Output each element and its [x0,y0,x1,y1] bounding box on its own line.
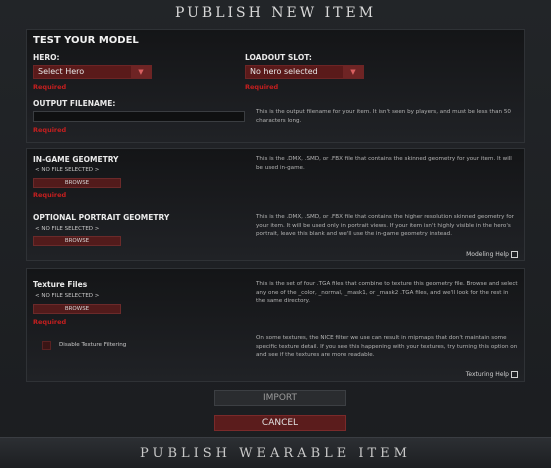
portrait-geometry-browse-button[interactable]: BROWSE [33,236,121,246]
modeling-help-label: Modeling Help [466,251,509,258]
ingame-geometry-browse-button[interactable]: BROWSE [33,178,121,188]
external-link-icon [511,251,518,258]
output-filename-description: This is the output filename for your ite… [256,109,511,124]
hero-required: Required [33,83,67,91]
portrait-geometry-description: This is the .DMX, .SMD, or .FBX file tha… [256,214,514,237]
loadout-select[interactable]: No hero selected ▼ [245,65,364,79]
texture-browse-button[interactable]: BROWSE [33,304,121,314]
output-filename-input[interactable] [33,111,245,122]
disable-texture-filtering-label: Disable Texture Filtering [59,342,127,348]
import-button[interactable]: IMPORT [214,390,346,406]
texturing-help-label: Texturing Help [465,371,509,378]
disable-texture-filtering-checkbox[interactable] [42,341,51,350]
hero-label: HERO: [33,53,60,62]
external-link-icon [511,371,518,378]
modeling-help-link[interactable]: Modeling Help [466,251,518,258]
loadout-required: Required [245,83,279,91]
texture-description: This is the set of four .TGA files that … [256,281,518,304]
ingame-geometry-label: IN-GAME GEOMETRY [33,155,119,164]
test-model-panel: TEST YOUR MODEL HERO: Select Hero ▼ Requ… [26,29,525,143]
portrait-geometry-file-status: < NO FILE SELECTED > [35,226,100,232]
texture-files-label: Texture Files [33,280,88,289]
geometry-panel: IN-GAME GEOMETRY < NO FILE SELECTED > BR… [26,148,525,261]
ingame-geometry-file-status: < NO FILE SELECTED > [35,167,100,173]
loadout-select-value: No hero selected [250,67,318,76]
publish-wearable-item-banner[interactable]: PUBLISH WEARABLE ITEM [0,437,551,468]
texture-required: Required [33,318,67,326]
test-model-heading: TEST YOUR MODEL [33,35,139,46]
portrait-geometry-label: OPTIONAL PORTRAIT GEOMETRY [33,213,170,222]
texture-file-status: < NO FILE SELECTED > [35,293,100,299]
output-filename-label: OUTPUT FILENAME: [33,99,116,108]
ingame-geometry-description: This is the .DMX, .SMD, or .FBX file tha… [256,156,512,171]
chevron-down-icon: ▼ [131,66,151,78]
publish-dialog: PUBLISH NEW ITEM TEST YOUR MODEL HERO: S… [0,0,551,468]
dialog-title: PUBLISH NEW ITEM [174,5,377,21]
cancel-button[interactable]: CANCEL [214,415,346,431]
loadout-label: LOADOUT SLOT: [245,53,312,62]
ingame-geometry-required: Required [33,191,67,199]
textures-panel: Texture Files < NO FILE SELECTED > BROWS… [26,268,525,382]
hero-select[interactable]: Select Hero ▼ [33,65,152,79]
texture-filter-description: On some textures, the NICE filter we use… [256,335,518,358]
hero-select-value: Select Hero [38,67,85,76]
texturing-help-link[interactable]: Texturing Help [466,371,518,378]
chevron-down-icon: ▼ [343,66,363,78]
output-filename-required: Required [33,126,67,134]
